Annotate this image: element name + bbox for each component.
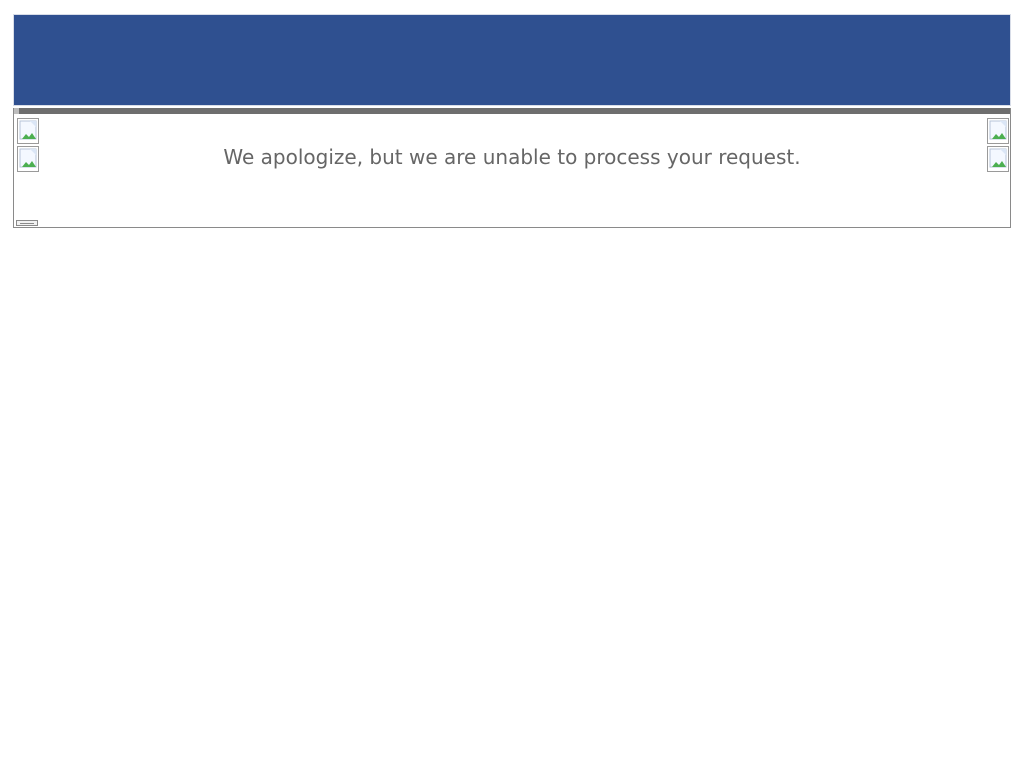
small-widget xyxy=(16,220,38,226)
page: We apologize, but we are unable to proce… xyxy=(0,0,1024,768)
broken-image-icon xyxy=(17,118,39,144)
content-frame: We apologize, but we are unable to proce… xyxy=(13,108,1011,228)
error-message: We apologize, but we are unable to proce… xyxy=(223,145,801,169)
header-banner xyxy=(13,14,1011,106)
broken-image-icon xyxy=(987,146,1009,172)
broken-image-icon xyxy=(987,118,1009,144)
corner-glyph xyxy=(14,108,19,114)
top-rule xyxy=(14,108,1010,114)
